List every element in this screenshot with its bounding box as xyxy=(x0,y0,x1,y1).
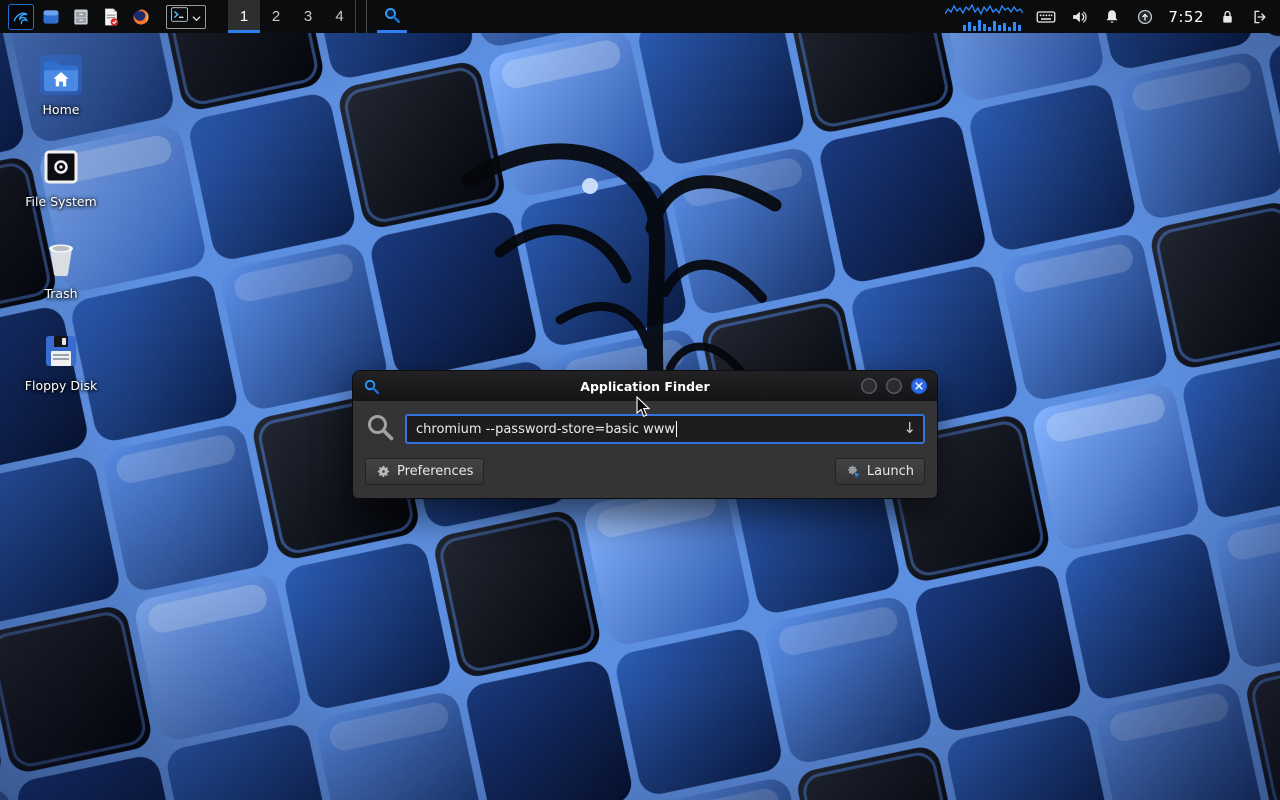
desktop-icon-trash[interactable]: Trash xyxy=(18,239,104,301)
audio-visualizer[interactable] xyxy=(945,3,1023,31)
text-editor-launcher[interactable] xyxy=(96,0,126,33)
desktop-icon-floppy-disk[interactable]: Floppy Disk xyxy=(18,331,104,393)
firefox-icon xyxy=(131,7,151,27)
desktop-icon-label: Home xyxy=(43,102,80,117)
workspace-button-3[interactable]: 3 xyxy=(292,0,324,33)
notifications-bell-icon[interactable] xyxy=(1102,6,1122,28)
audio-bars-graph xyxy=(963,18,1023,31)
file-manager-launcher[interactable] xyxy=(66,0,96,33)
workspace-button-4[interactable]: 4 xyxy=(324,0,356,33)
preferences-button[interactable]: Preferences xyxy=(365,458,484,485)
volume-icon[interactable] xyxy=(1069,6,1089,28)
minimize-button[interactable] xyxy=(861,378,877,394)
trash-icon xyxy=(40,239,82,279)
kali-logo-icon xyxy=(8,4,34,30)
desktop-icon-file-system[interactable]: File System xyxy=(18,147,104,209)
desktop-icon-home[interactable]: Home xyxy=(18,55,104,117)
panel-separator xyxy=(366,0,367,33)
desktop-icon-label: Floppy Disk xyxy=(25,378,97,393)
search-input[interactable]: chromium --password-store=basic www ↓ xyxy=(405,414,925,444)
preferences-button-label: Preferences xyxy=(397,464,473,479)
home-folder-icon xyxy=(40,55,82,95)
file-system-drive-icon xyxy=(40,147,82,187)
launch-button-label: Launch xyxy=(867,464,914,479)
search-input-value: chromium --password-store=basic www xyxy=(416,422,675,437)
maximize-button[interactable] xyxy=(886,378,902,394)
keyboard-indicator[interactable] xyxy=(1036,6,1056,28)
close-icon xyxy=(915,382,923,390)
launch-button[interactable]: Launch xyxy=(835,458,925,485)
kali-menu-button[interactable] xyxy=(6,0,36,33)
desktop-icon-list: Home File System Trash Floppy Disk xyxy=(18,55,104,393)
search-icon xyxy=(365,412,395,446)
launch-icon xyxy=(846,464,861,479)
text-editor-icon xyxy=(101,7,121,27)
firefox-launcher[interactable] xyxy=(126,0,156,33)
workspace-button-1[interactable]: 1 xyxy=(228,0,260,33)
top-panel: 1 2 3 4 7:52 xyxy=(0,0,1280,33)
chevron-down-icon xyxy=(192,7,201,26)
file-manager-icon xyxy=(71,7,91,27)
lock-screen-icon[interactable] xyxy=(1217,6,1237,28)
application-finder-window-icon xyxy=(363,378,380,395)
window-title: Application Finder xyxy=(353,379,937,394)
updates-icon[interactable] xyxy=(1135,6,1155,28)
tasklist-application-finder[interactable] xyxy=(377,0,407,33)
terminal-icon xyxy=(171,7,188,26)
application-finder-icon xyxy=(383,6,401,27)
panel-clock[interactable]: 7:52 xyxy=(1168,8,1204,26)
application-finder-window: Application Finder chromium --password-s… xyxy=(352,370,938,499)
gear-icon xyxy=(376,464,391,479)
mouse-cursor xyxy=(636,396,652,418)
desktop-icon-label: Trash xyxy=(44,286,77,301)
panel-tray: 7:52 xyxy=(945,3,1274,31)
text-cursor xyxy=(676,421,677,437)
window-manager-icon xyxy=(41,7,61,27)
history-dropdown-icon[interactable]: ↓ xyxy=(903,421,916,436)
audio-waveform-graph xyxy=(945,3,1023,16)
window-controls xyxy=(861,378,927,394)
terminal-launcher[interactable] xyxy=(166,5,206,29)
workspace-switcher: 1 2 3 4 xyxy=(228,0,356,33)
close-button[interactable] xyxy=(911,378,927,394)
logout-icon[interactable] xyxy=(1250,6,1270,28)
floppy-disk-icon xyxy=(40,331,82,371)
desktop-icon-label: File System xyxy=(25,194,97,209)
window-manager-launcher[interactable] xyxy=(36,0,66,33)
workspace-button-2[interactable]: 2 xyxy=(260,0,292,33)
